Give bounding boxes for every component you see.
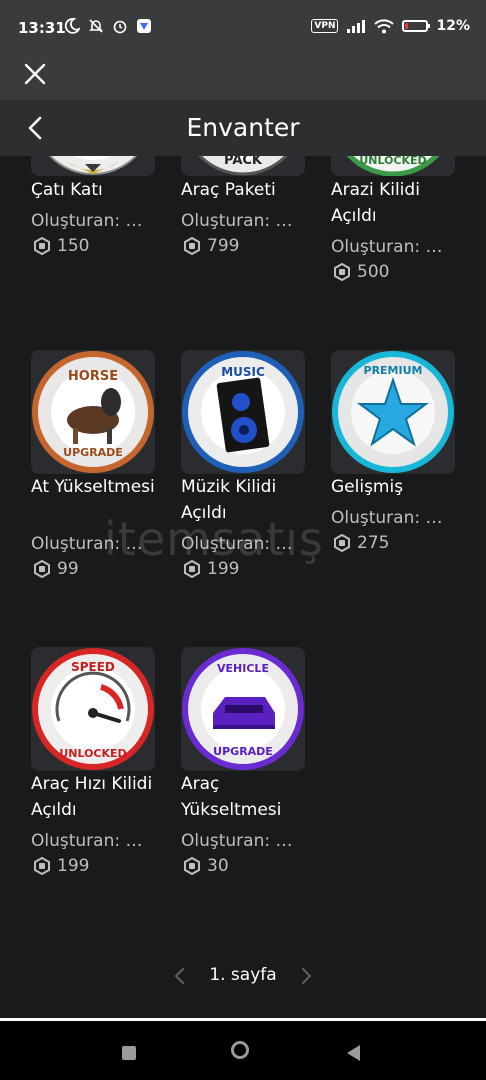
item-thumbnail[interactable]: SPEED UNLOCKED xyxy=(31,647,155,771)
robux-icon xyxy=(34,237,50,255)
item-price: 199 xyxy=(33,856,89,876)
close-icon[interactable] xyxy=(23,62,47,86)
item-price: 275 xyxy=(333,533,389,553)
premium-star-badge-icon: PREMIUM xyxy=(332,351,454,473)
thumb-top-text: VEHICLE xyxy=(217,662,269,675)
page-title: Envanter xyxy=(186,113,300,142)
item-creator: Oluşturan: B... xyxy=(31,211,149,231)
item-creator: Oluşturan: B... xyxy=(331,508,449,528)
robux-icon xyxy=(184,237,200,255)
status-icons-left xyxy=(64,18,152,34)
thumb-text: UNLOCKED xyxy=(359,156,426,167)
price-value: 150 xyxy=(57,236,90,256)
system-nav-bar xyxy=(0,1018,486,1080)
item-price: 500 xyxy=(333,262,389,282)
item-price: 799 xyxy=(183,236,239,256)
item-creator: Oluşturan: B... xyxy=(181,211,299,231)
music-speaker-badge-icon: MUSIC xyxy=(182,351,304,473)
thumb-top-text: MUSIC xyxy=(221,365,265,379)
thumb-bottom-text: UNLOCKED xyxy=(59,747,126,760)
item-price: 150 xyxy=(33,236,89,256)
page-label: 1. sayfa xyxy=(209,965,277,985)
item-thumbnail[interactable]: VEHICLE UPGRADE xyxy=(181,647,305,771)
robux-icon xyxy=(184,560,200,578)
robux-icon xyxy=(184,857,200,875)
speedometer-badge-icon: SPEED UNLOCKED xyxy=(32,648,154,770)
thumb-top-text: PREMIUM xyxy=(364,364,423,377)
item-name: Araç Hızı Kilidi Açıldı xyxy=(31,774,153,820)
battery-icon xyxy=(402,20,431,32)
price-value: 500 xyxy=(357,262,390,282)
roof-badge-icon xyxy=(48,156,138,175)
price-value: 199 xyxy=(57,856,90,876)
recents-icon[interactable] xyxy=(122,1046,136,1060)
item-price: 30 xyxy=(183,856,229,876)
vehicle-upgrade-badge-icon: VEHICLE UPGRADE xyxy=(182,648,304,770)
item-thumbnail[interactable]: MUSIC xyxy=(181,350,305,474)
status-icons-right: VPN 12% xyxy=(311,18,470,34)
item-creator: Oluşturan: B... xyxy=(31,534,149,554)
inventory-grid: Çatı Katı Oluşturan: B... 150 PACK Araç … xyxy=(0,156,486,1018)
wifi-icon xyxy=(374,18,395,33)
horse-upgrade-badge-icon: HORSE UPGRADE xyxy=(32,351,154,473)
item-creator: Oluşturan: B... xyxy=(31,831,149,851)
status-bar: 13:31 VPN 12% xyxy=(0,0,486,58)
app-notification-icon xyxy=(137,19,151,33)
robux-icon xyxy=(334,534,350,552)
robux-icon xyxy=(34,560,50,578)
item-name: Çatı Katı xyxy=(31,180,103,200)
unlocked-badge-icon: UNLOCKED xyxy=(346,156,440,176)
thumb-bottom-text: UPGRADE xyxy=(213,745,273,758)
back-triangle-icon[interactable] xyxy=(347,1045,360,1061)
price-value: 275 xyxy=(357,533,390,553)
item-thumbnail[interactable] xyxy=(31,156,155,176)
top-bar xyxy=(0,58,486,100)
item-price: 99 xyxy=(33,559,79,579)
signal-icon xyxy=(347,20,366,33)
item-name: Arazi Kilidi Açıldı xyxy=(331,180,420,226)
item-creator: Oluşturan: B... xyxy=(181,831,299,851)
thumb-bottom-text: UPGRADE xyxy=(63,446,123,459)
pack-badge-icon: PACK xyxy=(198,156,288,176)
item-thumbnail[interactable]: PREMIUM xyxy=(331,350,455,474)
item-creator: Oluşturan: B... xyxy=(181,534,299,554)
item-name: Müzik Kilidi Açıldı xyxy=(181,477,277,523)
status-time: 13:31 xyxy=(18,19,66,37)
home-icon[interactable] xyxy=(231,1041,249,1059)
thumb-text: PACK xyxy=(224,156,263,168)
item-thumbnail[interactable]: PACK xyxy=(181,156,305,176)
moon-icon xyxy=(64,18,80,34)
item-price: 199 xyxy=(183,559,239,579)
item-name: At Yükseltmesi xyxy=(31,477,155,497)
price-value: 30 xyxy=(207,856,229,876)
price-value: 99 xyxy=(57,559,79,579)
thumb-top-text: SPEED xyxy=(71,660,115,674)
bell-muted-icon xyxy=(89,19,103,33)
item-name: Gelişmiş xyxy=(331,477,404,497)
thumb-top-text: HORSE xyxy=(68,369,118,384)
price-value: 799 xyxy=(207,236,240,256)
vpn-indicator: VPN xyxy=(311,19,339,33)
battery-percent: 12% xyxy=(436,18,470,34)
item-name: Araç Paketi xyxy=(181,180,276,200)
price-value: 199 xyxy=(207,559,240,579)
item-thumbnail[interactable]: UNLOCKED xyxy=(331,156,455,176)
item-name: Araç Yükseltmesi xyxy=(181,774,282,820)
pagination: 1. sayfa xyxy=(0,962,486,990)
robux-icon xyxy=(34,857,50,875)
robux-icon xyxy=(334,263,350,281)
item-creator: Oluşturan: B... xyxy=(331,237,449,257)
alarm-icon xyxy=(113,20,127,34)
item-thumbnail[interactable]: HORSE UPGRADE xyxy=(31,350,155,474)
next-page-icon[interactable] xyxy=(298,966,314,986)
